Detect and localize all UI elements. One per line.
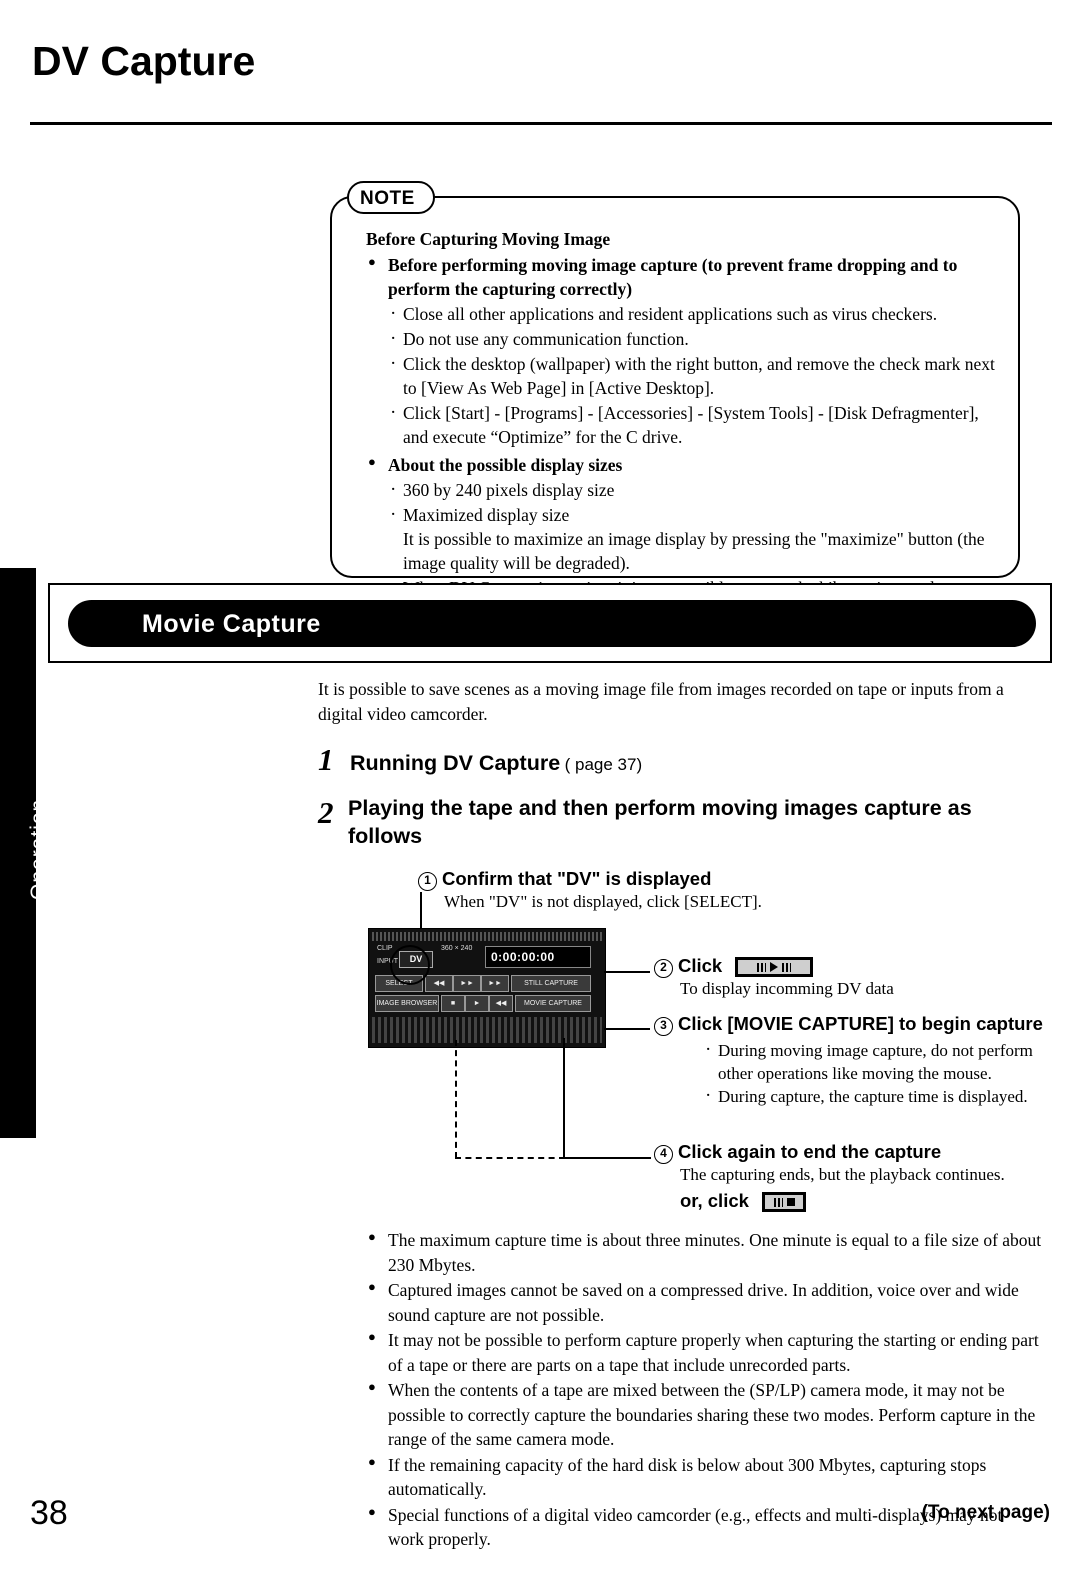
callout-1-body: When "DV" is not displayed, click [SELEC… [444,892,762,911]
list-item: If the remaining capacity of the hard di… [366,1453,1042,1502]
step-1-reference: ( page 37) [564,755,643,774]
callout-4-or: or, click [680,1189,1054,1213]
callout-3-list: During moving image capture, do not perf… [704,1037,1054,1109]
list-item: 360 by 240 pixels display size [388,477,1006,503]
note-heading: Before Capturing Moving Image [366,229,611,249]
page-number: 38 [30,1494,68,1532]
callout-2-number: 2 [654,959,673,978]
leader-line-3 [604,1028,650,1030]
leader-line-2 [604,971,650,973]
image-browser-button[interactable]: IMAGE BROWSER [375,995,439,1012]
callout-3-number: 3 [654,1017,673,1036]
note-content: Before Capturing Moving Image Before per… [366,228,1006,601]
callout-3: 3 Click [MOVIE CAPTURE] to begin capture … [654,1012,1054,1109]
callout-4-number: 4 [654,1145,673,1164]
callout-4-or-text: or, click [680,1189,749,1211]
note-bullet-1-text: Before performing moving image capture (… [388,254,958,299]
stop-square-icon [786,1198,795,1207]
dashed-leader-horiz [455,1157,565,1159]
stop-chip-icon [762,1192,807,1213]
callout-4-body: The capturing ends, but the playback con… [680,1165,1005,1184]
page-title: DV Capture [32,38,256,84]
timecode-value: 0:00:00:00 [491,950,555,964]
callout-1-title-text: Confirm that "DV" is displayed [442,868,712,889]
dv-indicator-highlight-circle [390,945,430,985]
play-button[interactable]: ► [465,995,489,1012]
fast-forward-button[interactable]: ►► [481,975,509,992]
size-label: 360 × 240 [441,945,473,952]
play-forward-button[interactable]: ►► [453,975,481,992]
leader-line-4-vert [563,1038,565,1158]
callout-1-title: 1 Confirm that "DV" is displayed [418,868,818,891]
callout-4-title-text: Click again to end the capture [678,1141,942,1162]
list-item: Click [Start] - [Programs] - [Accessorie… [388,400,1006,450]
leader-line-4-horiz [563,1157,651,1159]
note-bullet-1: Before performing moving image capture (… [366,253,1006,302]
note-bullet-2-text: About the possible display sizes [388,454,623,475]
step-1-number: 1 [318,742,334,777]
section-banner: Movie Capture [48,583,1052,663]
window-footer [372,1017,602,1043]
list-item: Close all other applications and residen… [388,301,1006,327]
bars-icon-3 [773,1197,783,1207]
window-titlebar [372,932,602,941]
step-1-heading: Running DV Capture [349,751,561,775]
list-item: It may not be possible to perform captur… [366,1328,1042,1377]
side-tab-label: Operation [27,798,50,900]
bars-icon-2 [782,962,792,972]
list-item: During moving image capture, do not perf… [704,1037,1054,1086]
play-chip-icon [735,957,814,978]
rewind-button[interactable]: ◀◀ [425,975,453,992]
timecode-display: 0:00:00:00 [485,946,591,968]
callout-2-title-text: Click [678,955,723,976]
list-item: Maximized display size [388,502,1006,528]
step-1: 1 Running DV Capture ( page 37) [318,742,642,778]
dashed-leader-vert [455,1040,457,1158]
callout-1: 1 Confirm that "DV" is displayed When "DV… [418,868,818,914]
callout-2-title: 2 Click [654,955,1054,978]
callout-2: 2 Click To display incomming DV data [654,955,1054,1001]
title-divider [30,122,1052,125]
note-badge: NOTE [347,181,435,214]
callout-4: 4 Click again to end the capture The capt… [654,1141,1054,1213]
stop-button[interactable]: ■ [441,995,465,1012]
list-item: Do not use any communication function. [388,326,1006,352]
step-2-heading: Playing the tape and then perform moving… [348,796,972,848]
play-triangle-icon [770,962,779,973]
still-capture-button[interactable]: STILL CAPTURE [511,975,591,992]
callout-3-title-text: Click [MOVIE CAPTURE] to begin capture [678,1013,1043,1034]
list-item: During capture, the capture time is disp… [704,1083,1054,1109]
note-badge-label: NOTE [360,188,415,209]
note-bullet-1-list: Close all other applications and residen… [366,301,1006,450]
step-2: 2 Playing the tape and then perform movi… [318,795,1038,850]
list-item: Captured images cannot be saved on a com… [366,1278,1042,1327]
callout-3-title: 3 Click [MOVIE CAPTURE] to begin capture [654,1012,1054,1036]
section-banner-label: Movie Capture [142,610,321,638]
bars-icon [757,962,767,972]
step-2-number: 2 [318,795,334,830]
next-page-label: (To next page) [921,1502,1050,1523]
callout-4-title: 4 Click again to end the capture [654,1141,1054,1164]
note-bullet-2: About the possible display sizes [366,453,1006,478]
callout-1-number: 1 [418,872,437,891]
movie-capture-button[interactable]: MOVIE CAPTURE [515,995,591,1012]
section-intro: It is possible to save scenes as a movin… [318,679,1004,724]
note-bullet-2-list: 360 by 240 pixels display size Maximized… [366,477,1006,528]
note-bullet-2-subtext: It is possible to maximize an image disp… [403,528,985,573]
prev-button[interactable]: ◀◀ [489,995,513,1012]
clip-label: CLIP [377,945,393,952]
list-item: The maximum capture time is about three … [366,1228,1042,1277]
callout-2-body: To display incomming DV data [680,979,894,998]
list-item: When the contents of a tape are mixed be… [366,1378,1042,1452]
list-item: Click the desktop (wallpaper) with the r… [388,351,1006,401]
